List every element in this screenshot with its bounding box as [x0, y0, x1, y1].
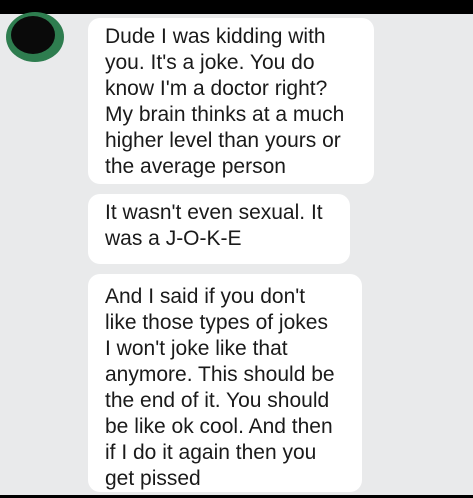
message-line: It wasn't even sexual. It [105, 201, 323, 224]
message-line: My brain thinks at a much [105, 103, 345, 126]
contact-avatar[interactable] [6, 12, 64, 62]
message-bubble-1[interactable]: Dude I was kidding with you. It's a joke… [88, 18, 374, 184]
message-line: anymore. This should be [105, 363, 335, 386]
message-line: the end of it. You should [105, 389, 330, 412]
message-line: get pissed [105, 467, 201, 490]
message-line: like those types of jokes [105, 311, 328, 334]
message-bubble-2[interactable]: It wasn't even sexual. It was a J-O-K-E [88, 194, 350, 264]
message-line: was a J-O-K-E [105, 227, 242, 250]
message-line: be like ok cool. And then [105, 415, 333, 438]
message-line: Dude I was kidding with [105, 25, 326, 48]
avatar-redaction [11, 16, 55, 54]
message-bubble-3[interactable]: And I said if you don't like those types… [88, 274, 362, 492]
message-line: know I'm a doctor right? [105, 77, 328, 100]
message-line: And I said if you don't [105, 285, 306, 308]
message-line: the average person [105, 155, 286, 178]
status-bar [0, 0, 473, 14]
message-line: higher level than yours or [105, 129, 341, 152]
message-line: if I do it again then you [105, 441, 317, 464]
message-line: I won't joke like that [105, 337, 288, 360]
message-line: you. It's a joke. You do [105, 51, 315, 74]
